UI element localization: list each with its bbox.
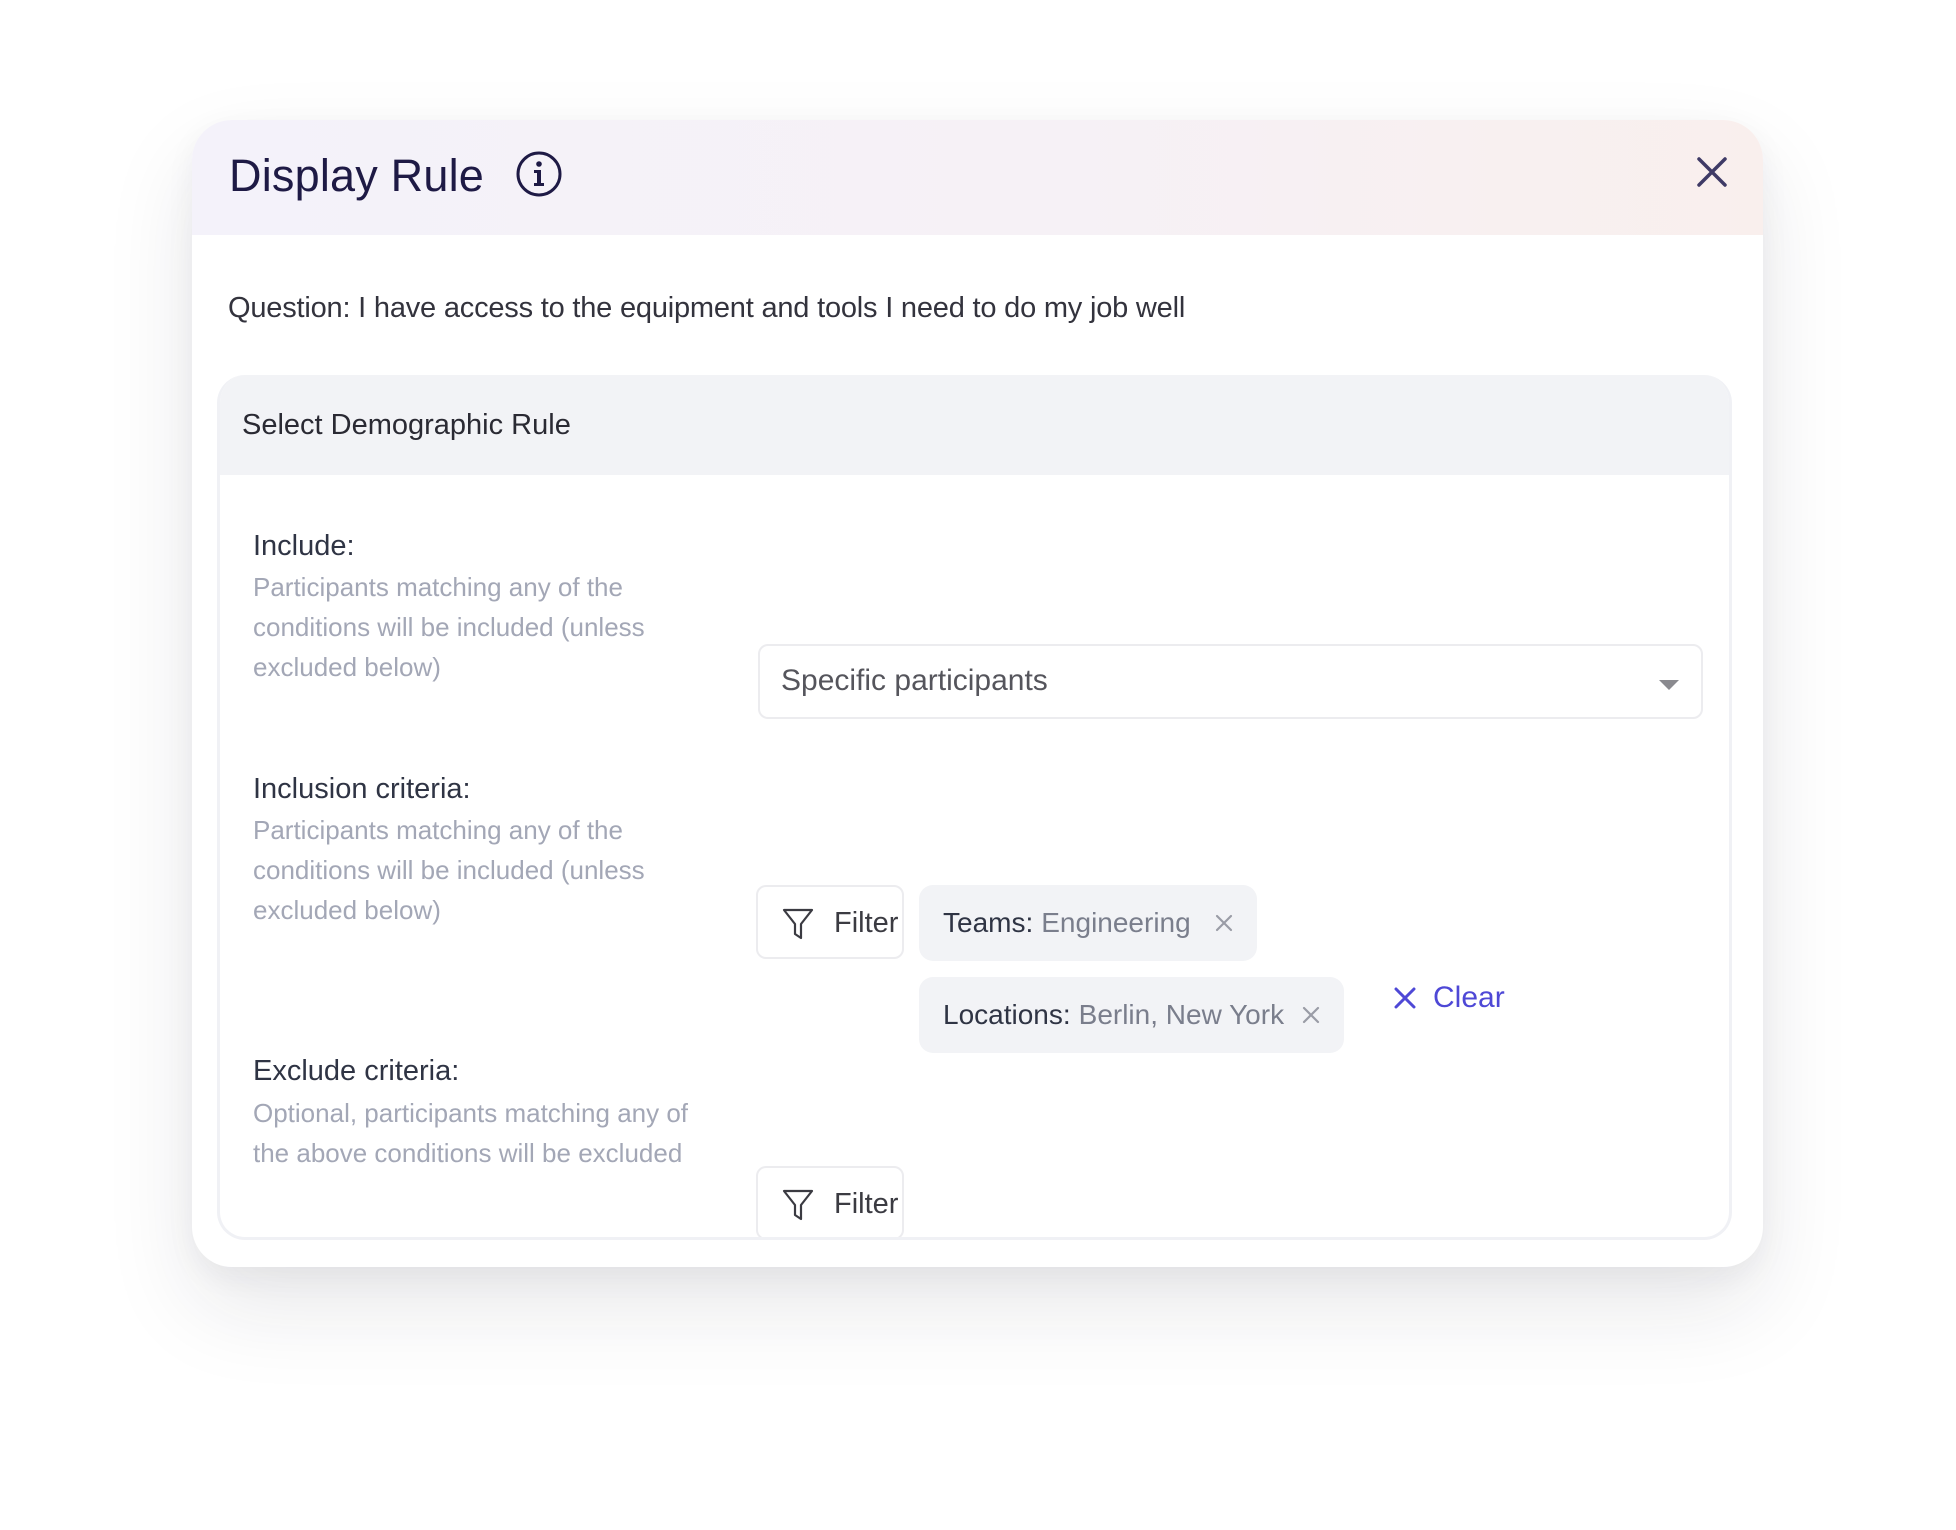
chip-value: Berlin, New York bbox=[1078, 999, 1285, 1030]
inclusion-criteria-label: Inclusion criteria: bbox=[253, 773, 471, 805]
panel-header: Select Demographic Rule bbox=[220, 375, 1729, 475]
demographic-rule-panel: Select Demographic Rule Include: Partici… bbox=[217, 375, 1732, 1240]
dialog-header: Display Rule bbox=[192, 120, 1763, 235]
chip-value: Engineering bbox=[1041, 907, 1191, 938]
exclude-criteria-label: Exclude criteria: bbox=[253, 1055, 460, 1087]
remove-chip-icon[interactable] bbox=[1300, 1004, 1322, 1026]
exclude-criteria-description: Optional, participants matching any of t… bbox=[253, 1098, 689, 1168]
exclude-filter-button[interactable]: Filter bbox=[756, 1166, 904, 1237]
include-select[interactable]: Specific participants bbox=[758, 644, 1703, 719]
chip-key: Locations: bbox=[943, 999, 1071, 1030]
chip-key: Teams: bbox=[943, 907, 1034, 938]
dialog-title: Display Rule bbox=[229, 150, 484, 201]
close-icon bbox=[1394, 987, 1416, 1009]
filter-label: Filter bbox=[834, 1188, 899, 1220]
close-icon bbox=[1697, 157, 1727, 187]
inclusion-filter-button[interactable]: Filter bbox=[756, 885, 904, 959]
question-text: Question: I have access to the equipment… bbox=[228, 292, 1186, 324]
clear-label: Clear bbox=[1433, 981, 1505, 1014]
remove-chip-icon[interactable] bbox=[1213, 912, 1235, 934]
chevron-down-icon bbox=[1659, 680, 1679, 690]
include-label: Include: bbox=[253, 530, 355, 562]
inclusion-criteria-description: Participants matching any of the conditi… bbox=[253, 815, 645, 925]
filter-chip: Teams: Engineering bbox=[919, 885, 1257, 961]
filter-label: Filter bbox=[834, 907, 899, 939]
display-rule-dialog: Display Rule Question: I have access to … bbox=[192, 120, 1763, 1267]
filter-chip: Locations: Berlin, New York bbox=[919, 977, 1345, 1053]
panel-title: Select Demographic Rule bbox=[242, 409, 571, 441]
close-button[interactable] bbox=[1692, 152, 1732, 192]
filter-icon bbox=[782, 908, 814, 940]
info-icon[interactable] bbox=[515, 150, 563, 198]
clear-filters-button[interactable]: Clear bbox=[1393, 981, 1505, 1015]
filter-icon bbox=[782, 1189, 814, 1221]
include-select-value: Specific participants bbox=[781, 664, 1048, 697]
include-description: Participants matching any of the conditi… bbox=[253, 572, 645, 682]
